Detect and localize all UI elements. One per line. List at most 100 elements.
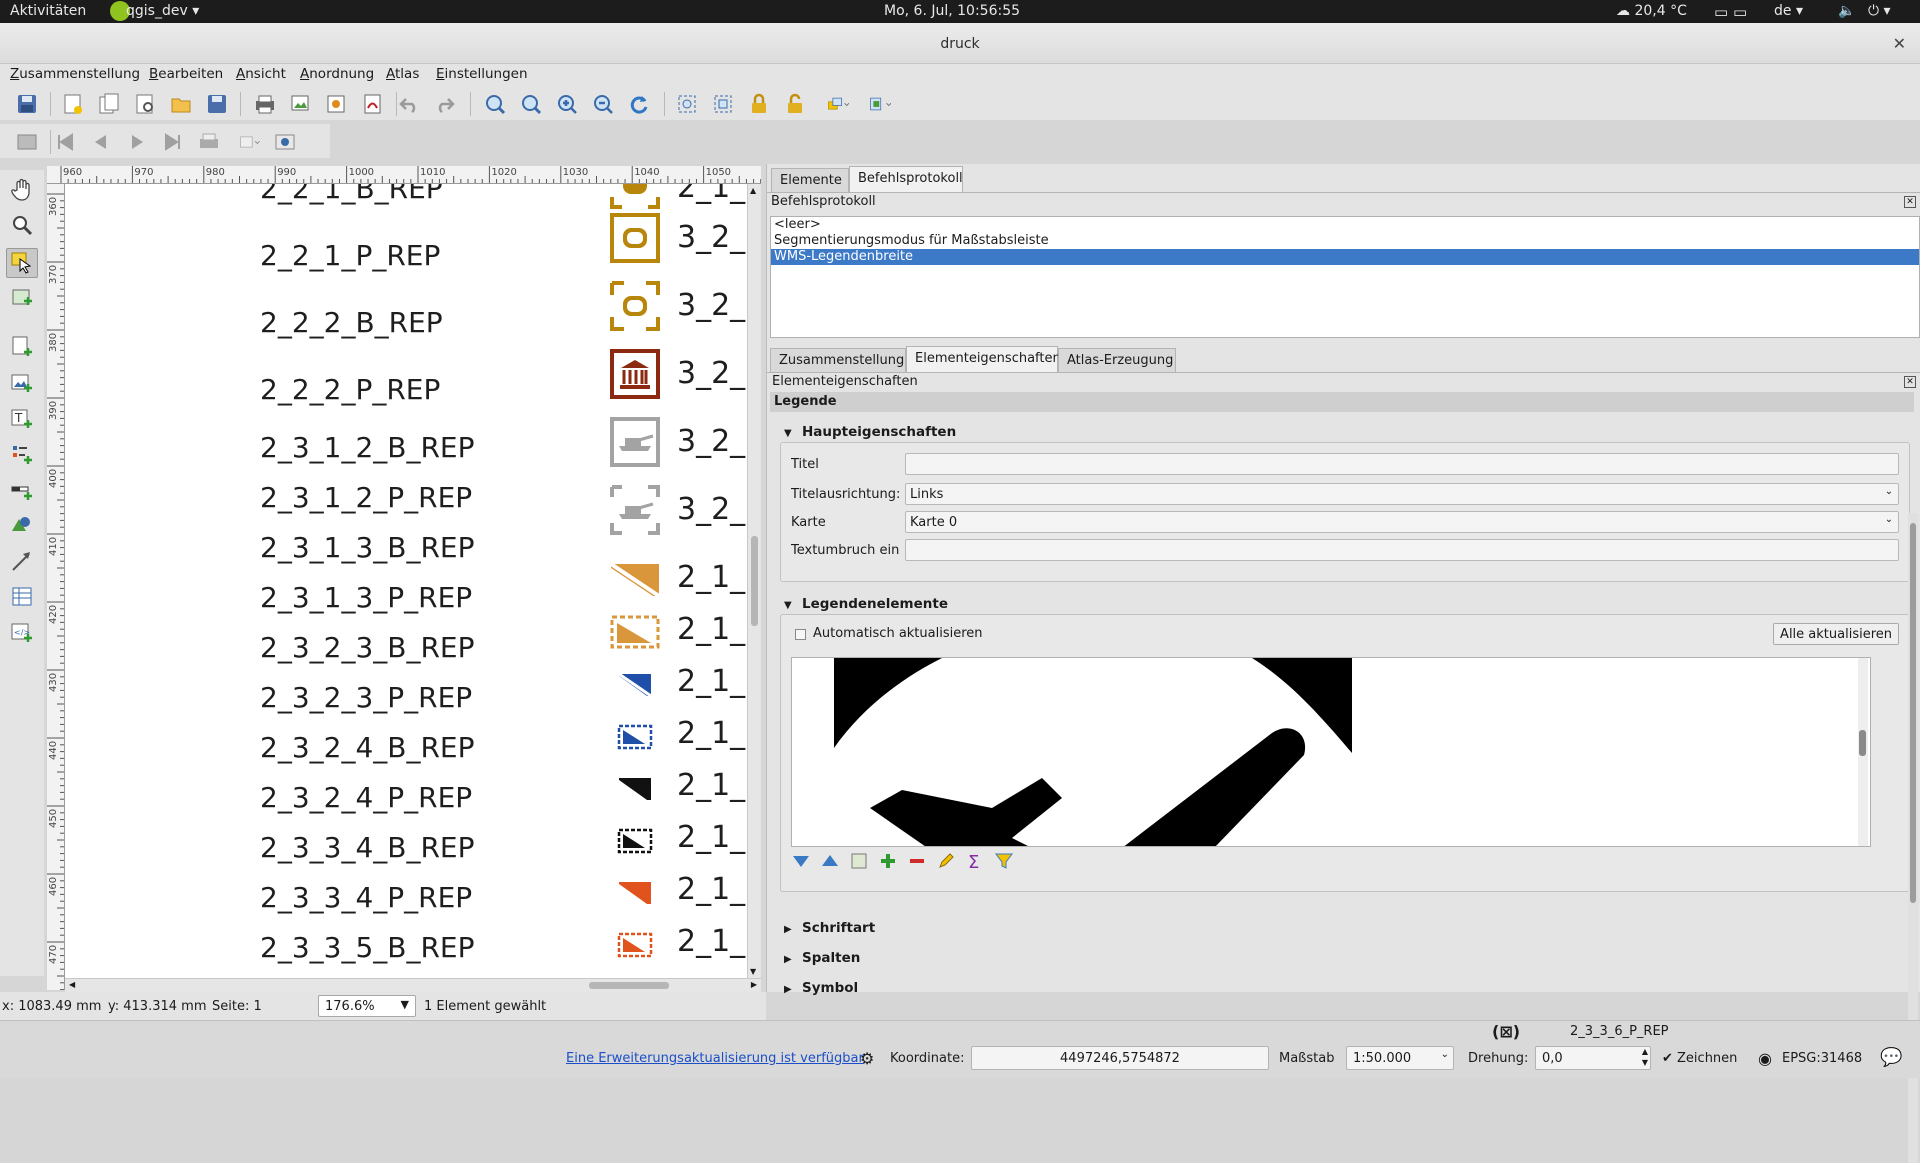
scrollbar-thumb[interactable] <box>1859 730 1866 756</box>
scroll-up-icon[interactable]: ▲ <box>750 186 756 195</box>
close-panel-icon[interactable]: ✕ <box>1904 196 1916 208</box>
legend-tree-preview[interactable] <box>791 657 1871 847</box>
crs-globe-icon[interactable]: ◉ <box>1758 1049 1772 1068</box>
menu-anordnung[interactable]: Anordnung <box>300 66 374 82</box>
add-label-icon[interactable]: T <box>6 404 38 434</box>
activities-button[interactable]: Aktivitäten <box>10 3 86 19</box>
tab-befehlsprotokoll[interactable]: Befehlsprotokoll <box>849 166 963 192</box>
title-alignment-combobox[interactable]: Links ⌄ <box>905 483 1899 505</box>
preview-scrollbar[interactable] <box>1858 658 1868 846</box>
add-shape-icon[interactable] <box>6 510 38 540</box>
update-all-button[interactable]: Alle aktualisieren <box>1773 623 1899 645</box>
clock[interactable]: Mo, 6. Jul, 10:56:55 <box>884 3 1020 19</box>
tab-elemente[interactable]: Elemente <box>771 168 849 192</box>
tab-elementeigenschaften[interactable]: Elementeigenschaften <box>906 346 1061 372</box>
section-legendenelemente[interactable]: ▼ Legendenelemente <box>784 596 948 612</box>
remove-item-icon[interactable] <box>907 851 931 875</box>
export-svg-icon[interactable] <box>324 91 350 117</box>
crs-label[interactable]: EPSG:31468 <box>1782 1051 1862 1066</box>
add-image-icon[interactable] <box>6 368 38 398</box>
messages-icon[interactable]: ⚙ <box>860 1049 874 1068</box>
composer-canvas[interactable]: 2_2_1_B_REP 2_2_1_P_REP 2_2_2_B_REP 2_2_… <box>65 184 747 978</box>
zoom-tool-icon[interactable] <box>6 210 38 240</box>
title-input[interactable] <box>905 453 1899 475</box>
canvas-vertical-scrollbar[interactable]: ▲ ▼ <box>747 184 761 978</box>
scrollbar-thumb[interactable] <box>751 536 758 626</box>
scroll-left-icon[interactable]: ◀ <box>69 980 75 989</box>
move-content-icon[interactable] <box>6 284 38 314</box>
scrollbar-thumb[interactable] <box>589 982 669 989</box>
coordinate-field[interactable]: 4497246,5754872 <box>971 1046 1269 1070</box>
app-menu[interactable]: qgis_dev ▾ <box>126 3 199 19</box>
save-template-icon[interactable] <box>204 91 230 117</box>
count-features-icon[interactable]: Σ <box>965 851 989 875</box>
add-table-icon[interactable] <box>6 582 38 612</box>
unlock-icon[interactable] <box>782 91 808 117</box>
select-move-icon[interactable] <box>6 248 38 278</box>
menu-bearbeiten[interactable]: Bearbeiten <box>149 66 223 82</box>
scrollbar-thumb[interactable] <box>1910 523 1916 903</box>
edit-item-icon[interactable] <box>936 851 960 875</box>
close-panel-icon[interactable]: ✕ <box>1904 376 1916 388</box>
refresh-icon[interactable] <box>626 91 652 117</box>
atlas-settings-icon[interactable] <box>272 129 298 155</box>
add-group-icon[interactable] <box>849 851 873 875</box>
add-scalebar-icon[interactable] <box>6 476 38 506</box>
menu-zusammenstellung[interactable]: Zusammenstellung <box>10 66 140 82</box>
render-checkbox[interactable]: ✔ Zeichnen <box>1662 1051 1737 1066</box>
export-image-icon[interactable] <box>288 91 314 117</box>
rotation-spinbox[interactable]: 0,0 ▲ ▼ <box>1535 1046 1651 1070</box>
pan-icon[interactable] <box>6 174 38 204</box>
zoom-out-icon[interactable] <box>590 91 616 117</box>
add-legend-icon[interactable] <box>6 440 38 470</box>
command-history-list[interactable]: <leer> Segmentierungsmodus für Maßstabsl… <box>770 216 1920 338</box>
atlas-last-icon[interactable] <box>160 129 186 155</box>
tab-atlas-erzeugung[interactable]: Atlas-Erzeugung <box>1058 348 1176 372</box>
filter-icon[interactable] <box>994 851 1018 875</box>
atlas-prev-icon[interactable] <box>88 129 114 155</box>
menu-einstellungen[interactable]: Einstellungen <box>436 66 528 82</box>
menu-atlas[interactable]: Atlas <box>386 66 419 82</box>
wrap-input[interactable] <box>905 539 1899 561</box>
auto-update-checkbox[interactable] <box>795 629 806 640</box>
list-item[interactable]: <leer> <box>771 217 1919 233</box>
zoom-full-icon[interactable] <box>482 91 508 117</box>
zoom-combobox[interactable]: 176.6% ▼ <box>318 995 416 1017</box>
add-arrow-icon[interactable] <box>6 546 38 576</box>
atlas-first-icon[interactable] <box>52 129 78 155</box>
composer-manager-icon[interactable] <box>132 91 158 117</box>
open-template-icon[interactable] <box>168 91 194 117</box>
move-down-icon[interactable] <box>791 851 815 875</box>
raise-items-icon[interactable] <box>820 91 856 117</box>
power-icon[interactable]: ⏻ ▾ <box>1868 3 1891 19</box>
section-spalten[interactable]: ▶ Spalten <box>784 950 860 966</box>
redo-icon[interactable] <box>432 91 458 117</box>
menu-ansicht[interactable]: Ansicht <box>236 66 286 82</box>
atlas-export-icon[interactable] <box>232 129 268 155</box>
undo-icon[interactable] <box>396 91 422 117</box>
weather-indicator[interactable]: ☁ 20,4 °C <box>1616 3 1687 19</box>
section-symbol[interactable]: ▶ Symbol <box>784 980 858 996</box>
scroll-down-icon[interactable]: ▼ <box>750 967 756 976</box>
move-up-icon[interactable] <box>820 851 844 875</box>
volume-icon[interactable]: 🔈 <box>1838 3 1855 19</box>
atlas-print-icon[interactable] <box>196 129 222 155</box>
canvas-horizontal-scrollbar[interactable]: ◀ ▶ <box>65 978 761 992</box>
zoom-to-selection-icon[interactable] <box>674 91 700 117</box>
map-combobox[interactable]: Karte 0 ⌄ <box>905 511 1899 533</box>
list-item-selected[interactable]: WMS-Legendenbreite <box>771 249 1919 265</box>
select-all-icon[interactable] <box>710 91 736 117</box>
display-icon[interactable]: ▭ ▭ <box>1714 3 1747 21</box>
add-new-map-icon[interactable] <box>6 332 38 362</box>
scale-combobox[interactable]: 1:50.000 ⌄ <box>1346 1046 1454 1070</box>
save-project-icon[interactable] <box>14 91 40 117</box>
atlas-next-icon[interactable] <box>124 129 150 155</box>
zoom-in-icon[interactable] <box>554 91 580 117</box>
plugin-update-link[interactable]: Eine Erweiterungsaktualisierung ist verf… <box>566 1051 864 1066</box>
new-composer-icon[interactable] <box>60 91 86 117</box>
chat-bubble-icon[interactable]: 💬 <box>1880 1047 1902 1068</box>
export-pdf-icon[interactable] <box>360 91 386 117</box>
print-icon[interactable] <box>252 91 278 117</box>
atlas-preview-icon[interactable] <box>14 129 40 155</box>
list-item[interactable]: Segmentierungsmodus für Maßstabsleiste <box>771 233 1919 249</box>
